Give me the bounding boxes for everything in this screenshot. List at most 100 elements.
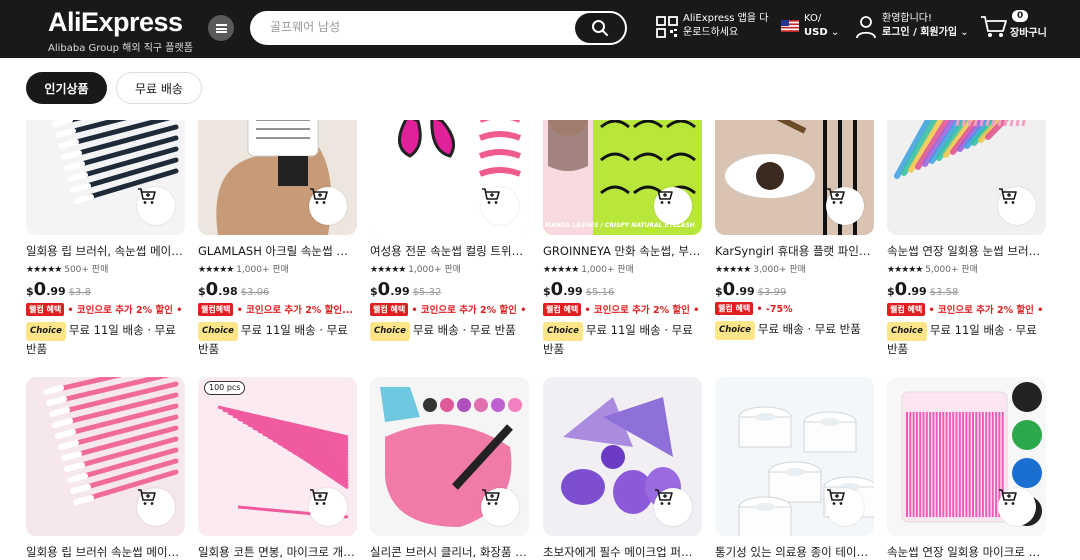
language-currency-selector[interactable]: KO/ USD ⌄ [804,12,839,40]
original-price: $3.58 [929,287,959,298]
rating-row: ★★★★★ 1,000+ 판매 [370,262,530,275]
welcome-deal-badge: 웰컴 혜택 [715,302,754,315]
price-row: $0.99 $5.32 [370,279,530,300]
choice-badge: Choice [370,322,410,341]
product-card[interactable]: 속눈썹 연장 일회용 마이크로 브러쉬 [887,377,1047,560]
product-thumbnail[interactable]: 100 pcs [198,377,357,536]
product-thumbnail[interactable] [26,377,185,536]
add-to-cart-button[interactable] [309,488,347,526]
rating-row: ★★★★★ 1,000+ 판매 [543,262,703,275]
product-card[interactable]: 100 pcs 일회용 코튼 면봉, 마이크로 개별 브러쉬 [198,377,358,560]
product-title[interactable]: 속눈썹 연장 일회용 마이크로 브러쉬 [887,544,1046,560]
welcome-deal-badge: 웰컴 혜택 [26,303,65,316]
price-currency: $ [26,285,34,298]
add-to-cart-button[interactable] [826,187,864,225]
quantity-badge: 100 pcs [204,381,246,395]
add-to-cart-icon [655,489,673,505]
price-row: $0.99 $5.16 [543,279,703,300]
price-currency: $ [887,285,895,298]
add-to-cart-button[interactable] [137,488,175,526]
original-price: $3.8 [68,287,91,298]
add-to-cart-button[interactable] [826,488,864,526]
product-title[interactable]: 통기성 있는 의료용 종이 테이프, 속눈썹 [715,544,874,560]
product-title[interactable]: 일회용 코튼 면봉, 마이크로 개별 브러쉬 [198,544,357,560]
rating-row: ★★★★★ 5,000+ 판매 [887,262,1047,275]
product-title[interactable]: GLAMLASH 아크릴 속눈썹 익스텐션 팔레트 [198,243,357,259]
welcome-deal-badge: 웰컴 혜택 [370,303,409,316]
price-currency: $ [543,285,551,298]
add-to-cart-button[interactable] [998,488,1036,526]
choice-badge: Choice [887,322,927,341]
add-to-cart-button[interactable] [998,187,1036,225]
app-download-link[interactable]: AliExpress 앱을 다 운로드하세요 [683,12,768,40]
product-title[interactable]: 일회용 립 브러쉬 속눈썹 메이크업 브러쉬 [26,544,185,560]
account-menu[interactable]: 환영합니다! 로그인 / 회원가입 ⌄ [882,12,969,40]
app-download-line2: 운로드하세요 [683,27,739,38]
product-thumbnail[interactable] [370,377,529,536]
product-card[interactable]: 통기성 있는 의료용 종이 테이프, 속눈썹 [715,377,875,560]
shipping-text: 무료 배송 · 무료 반품 [412,323,516,337]
cart-label[interactable]: 장바구니 [1010,27,1047,41]
price-row: $0.98 $3.06 [198,279,358,300]
currency-label: USD [804,27,828,38]
price-cents: .99 [563,285,583,298]
product-title[interactable]: 초보자에게 필수 메이크업 퍼프 스펀지 [543,544,702,560]
rating-row: ★★★★★ 1,000+ 판매 [198,262,358,275]
sold-count: 3,000+ 판매 [753,265,806,275]
choice-badge: Choice [715,321,755,340]
shipping-info: Choice 무료 배송 · 무료 반품 [715,321,874,340]
price-currency: $ [198,285,206,298]
add-to-cart-button[interactable] [137,187,175,225]
qr-code-icon[interactable] [656,16,678,42]
star-rating: ★★★★★ [715,265,751,275]
tab-free-shipping[interactable]: 무료 배송 [116,72,202,104]
product-thumbnail[interactable] [887,377,1046,536]
logo-subtitle: Alibaba Group 해외 직구 플랫폼 [48,43,193,54]
cart-count-badge: 0 [1012,10,1029,22]
search-input[interactable] [270,20,560,34]
star-rating: ★★★★★ [370,265,406,275]
product-thumbnail[interactable] [715,377,874,536]
product-thumbnail[interactable] [543,377,702,536]
add-to-cart-button[interactable] [309,187,347,225]
sold-count: 5,000+ 판매 [925,265,978,275]
add-to-cart-icon [138,188,156,204]
search-icon [592,20,608,36]
price-integer: 0 [377,279,391,300]
price-row: $0.99 $3.58 [887,279,1047,300]
search-button[interactable] [575,13,625,43]
shipping-text: 무료 배송 · 무료 반품 [757,322,861,336]
add-to-cart-icon [655,188,673,204]
promo-row: 웰컴 혜택 • 코인으로 추가 2% 할인 • ... [887,302,1046,316]
product-title[interactable]: 여성용 전문 속눈썹 컬링 트위저 세트 [370,243,529,259]
add-to-cart-button[interactable] [654,187,692,225]
add-to-cart-button[interactable] [481,488,519,526]
product-title[interactable]: GROINNEYA 만화 속눈썹, 부드러운 인조 속눈썹 [543,243,702,259]
sold-count: 1,000+ 판매 [408,265,461,275]
product-card[interactable]: 실리콘 브러시 클리너, 화장품 메이크업 [370,377,530,560]
us-flag-icon [781,20,799,32]
product-card[interactable]: 초보자에게 필수 메이크업 퍼프 스펀지 [543,377,703,560]
product-card[interactable]: 일회용 립 브러쉬 속눈썹 메이크업 브러쉬 [26,377,186,560]
product-title[interactable]: KarSyngirl 휴대용 플랫 파인 아이라이너 브러쉬 [715,243,874,259]
price-row: $0.99 $3.99 [715,279,875,300]
chevron-down-icon: ⌄ [830,27,840,38]
promo-row: 웰컴혜택 • 코인으로 추가 2% 할인... [198,302,357,316]
tab-popular[interactable]: 인기상품 [26,72,107,104]
menu-button[interactable] [208,15,234,41]
add-to-cart-button[interactable] [654,488,692,526]
sold-count: 1,000+ 판매 [236,265,289,275]
add-to-cart-button[interactable] [481,187,519,225]
product-title[interactable]: 실리콘 브러시 클리너, 화장품 메이크업 [370,544,529,560]
promo-row: 웰컴 혜택 • 코인으로 추가 2% 할인 • ... [26,302,185,316]
welcome-deal-badge: 웰컴 혜택 [887,303,926,316]
aliexpress-logo[interactable]: AliExpress Alibaba Group 해외 직구 플랫폼 [48,7,193,54]
welcome-text: 환영합니다! [882,13,933,24]
app-download-line1: AliExpress 앱을 다 [683,13,769,24]
filter-tabs: 인기상품 무료 배송 [0,58,1080,120]
welcome-deal-badge: 웰컴혜택 [198,303,234,316]
product-title[interactable]: 속눈썹 연장 일회용 눈썹 브러시, 마스카라 [887,243,1046,259]
cart-icon[interactable] [980,15,1008,39]
star-rating: ★★★★★ [198,265,234,275]
product-title[interactable]: 일회용 립 브러쉬, 속눈썹 메이크업 브러쉬 [26,243,185,259]
